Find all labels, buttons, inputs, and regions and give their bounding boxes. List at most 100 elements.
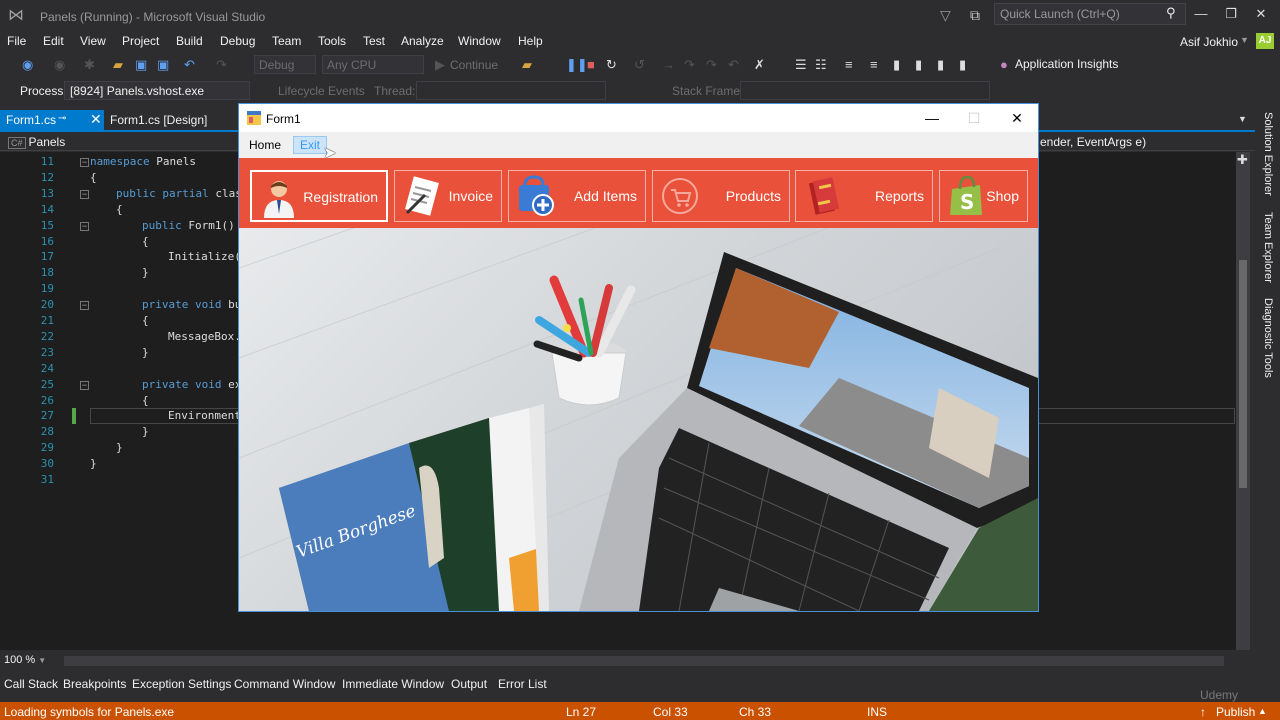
close-button[interactable]: ✕ [1246, 5, 1276, 25]
next-bookmark-icon[interactable]: ▮ [937, 57, 944, 73]
menu-analyze[interactable]: Analyze [401, 34, 444, 48]
reports-button[interactable]: Reports [795, 170, 933, 222]
show-next-statement-icon[interactable]: ↺ [634, 57, 645, 73]
feedback-icon[interactable]: ⧉ [970, 7, 980, 24]
chevron-down-icon[interactable]: ▼ [1238, 114, 1247, 124]
chevron-down-icon[interactable]: ▼ [1240, 35, 1249, 45]
horizontal-scrollbar[interactable] [64, 656, 1224, 666]
menu-debug[interactable]: Debug [220, 34, 255, 48]
step-out-icon[interactable]: ↷ [706, 57, 717, 73]
menu-build[interactable]: Build [176, 34, 203, 48]
menu-team[interactable]: Team [272, 34, 301, 48]
thread-combo[interactable] [416, 81, 606, 100]
breakpoints-tab[interactable]: Breakpoints [63, 677, 126, 691]
undo-icon[interactable]: ↶ [184, 57, 195, 73]
continue-icon[interactable]: ▶ [435, 57, 445, 73]
collapse-icon[interactable]: − [80, 221, 89, 231]
collapse-icon[interactable]: − [80, 380, 89, 390]
menu-home[interactable]: Home [249, 138, 281, 152]
menu-edit[interactable]: Edit [43, 34, 64, 48]
command-window-tab[interactable]: Command Window [234, 677, 335, 691]
collapse-icon[interactable]: − [80, 189, 89, 199]
form-minimize-button[interactable]: — [917, 109, 947, 129]
config-combo[interactable]: Debug [254, 55, 316, 74]
zoom-combo[interactable]: 100 % ▼ [4, 654, 62, 669]
class-scope-dropdown[interactable]: C# Panels [8, 135, 65, 149]
step-back-icon[interactable]: ↶ [728, 57, 739, 73]
chevron-up-icon[interactable]: ▲ [1258, 706, 1267, 716]
continue-button[interactable]: Continue [450, 58, 498, 72]
pin-icon[interactable]: ⊸ [58, 113, 66, 124]
close-icon[interactable]: ✕ [90, 111, 102, 128]
notification-filter-icon[interactable]: ▽ [940, 7, 951, 24]
tab-form1-cs[interactable]: Form1.cs [0, 110, 104, 130]
products-button[interactable]: Products [652, 170, 790, 222]
restore-button[interactable]: ❐ [1216, 5, 1246, 25]
menu-view[interactable]: View [80, 34, 106, 48]
pause-icon[interactable]: ❚❚ [566, 57, 588, 73]
menu-project[interactable]: Project [122, 34, 159, 48]
step-over-icon[interactable]: ↷ [684, 57, 695, 73]
restart-icon[interactable]: ↻ [606, 57, 617, 73]
tab-form1-design[interactable]: Form1.cs [Design] [104, 110, 224, 130]
shop-button[interactable]: S Shop [939, 170, 1028, 222]
menu-exit[interactable]: Exit [293, 136, 327, 154]
exception-settings-tab[interactable]: Exception Settings [132, 677, 231, 691]
error-list-tab[interactable]: Error List [498, 677, 547, 691]
platform-combo[interactable]: Any CPU [322, 55, 424, 74]
save-icon[interactable]: ▣ [135, 57, 147, 73]
scrollbar-thumb[interactable] [1239, 260, 1247, 488]
line-number: 24 [40, 361, 54, 375]
stack-frame-combo[interactable] [740, 81, 990, 100]
publish-icon[interactable]: ↑ [1200, 705, 1206, 719]
menu-test[interactable]: Test [363, 34, 385, 48]
registration-button[interactable]: Registration [250, 170, 388, 222]
menu-tools[interactable]: Tools [318, 34, 346, 48]
open-file-icon[interactable]: ▰ [113, 57, 123, 73]
immediate-window-tab[interactable]: Immediate Window [342, 677, 444, 691]
split-editor-icon[interactable]: ✚ [1237, 152, 1248, 168]
form1-window[interactable]: Form1 — ☐ ✕ Home Exit ➤ Registration Inv… [238, 103, 1039, 612]
invoice-icon [405, 176, 439, 216]
save-all-icon[interactable]: ▣ [157, 57, 169, 73]
menu-window[interactable]: Window [458, 34, 501, 48]
attach-icon[interactable]: ▰ [522, 57, 532, 73]
form-maximize-button[interactable]: ☐ [959, 109, 989, 129]
hex-display-icon[interactable]: ✗ [754, 57, 765, 73]
outdent-icon[interactable]: ≡ [870, 57, 878, 72]
diagnostic-tools-tab[interactable]: Diagnostic Tools [1258, 298, 1274, 378]
minimize-button[interactable]: — [1186, 5, 1216, 25]
form-close-button[interactable]: ✕ [1002, 109, 1032, 129]
collapse-icon[interactable]: − [80, 158, 89, 167]
solution-explorer-tab[interactable]: Solution Explorer [1258, 112, 1274, 196]
new-project-icon[interactable]: ✱ [84, 57, 95, 73]
bookmark-icon[interactable]: ▮ [893, 57, 900, 73]
publish-button[interactable]: Publish [1216, 705, 1255, 719]
quick-launch-input[interactable]: Quick Launch (Ctrl+Q) [994, 3, 1186, 25]
invoice-button[interactable]: Invoice [394, 170, 502, 222]
team-explorer-tab[interactable]: Team Explorer [1258, 212, 1274, 283]
align-left-icon[interactable]: ☰ [795, 57, 807, 73]
call-stack-tab[interactable]: Call Stack [4, 677, 58, 691]
menu-help[interactable]: Help [518, 34, 543, 48]
application-insights-button[interactable]: Application Insights [1015, 57, 1118, 71]
step-into-icon[interactable]: → [662, 57, 675, 72]
back-icon[interactable]: ◉ [22, 57, 33, 73]
forward-icon[interactable]: ◉ [54, 57, 65, 73]
output-tab[interactable]: Output [451, 677, 487, 691]
prev-bookmark-icon[interactable]: ▮ [915, 57, 922, 73]
collapse-icon[interactable]: − [80, 301, 89, 311]
clear-bookmarks-icon[interactable]: ▮ [959, 57, 966, 73]
lifecycle-events-button[interactable]: Lifecycle Events [278, 84, 365, 98]
format-icon[interactable]: ☷ [815, 57, 827, 73]
user-name[interactable]: Asif Jokhio [1180, 35, 1238, 49]
avatar[interactable]: AJ [1256, 33, 1274, 49]
stop-icon[interactable]: ■ [587, 57, 595, 72]
add-items-button[interactable]: Add Items [508, 170, 646, 222]
menu-file[interactable]: File [7, 34, 26, 48]
redo-icon[interactable]: ↷ [216, 57, 227, 73]
indent-icon[interactable]: ≡ [845, 57, 853, 72]
member-scope-dropdown[interactable]: ender, EventArgs e) [1040, 135, 1146, 149]
process-combo[interactable]: [8924] Panels.vshost.exe [64, 81, 250, 100]
search-icon[interactable]: ⚲ [1166, 5, 1176, 21]
